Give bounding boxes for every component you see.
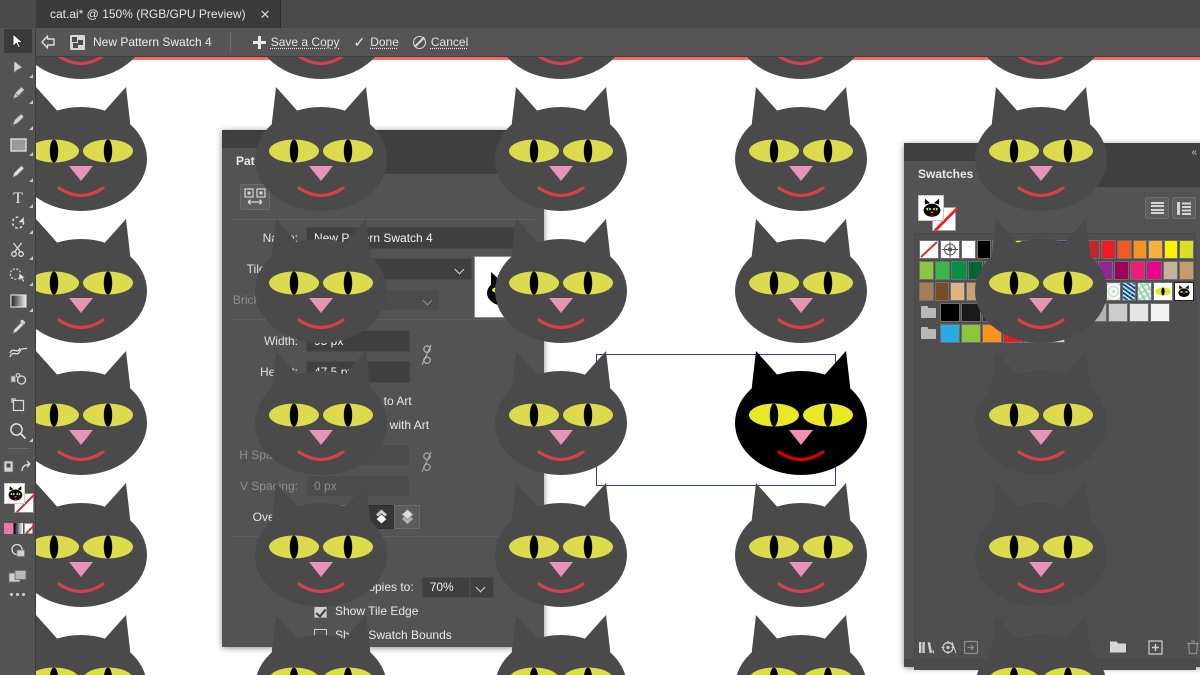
- illustrator-window: cat.ai* @ 150% (RGB/GPU Preview) ✕ New P…: [0, 0, 1200, 675]
- cat-artwork-copy: [36, 609, 166, 675]
- close-icon[interactable]: ✕: [260, 8, 271, 21]
- ban-icon: [412, 35, 426, 49]
- cat-artwork-copy: [236, 609, 406, 675]
- change-screen-mode-tool[interactable]: [0, 453, 36, 479]
- swatch-cell[interactable]: [1132, 240, 1148, 259]
- swatch-cell[interactable]: [1162, 261, 1178, 280]
- swatch-cell[interactable]: [1179, 240, 1194, 259]
- add-anchor-point-tool[interactable]: [0, 106, 36, 132]
- fill-and-stroke-control[interactable]: [0, 481, 36, 521]
- zoom-tool[interactable]: [0, 418, 36, 444]
- done-label: Done: [370, 35, 399, 49]
- edit-toolbar-icon[interactable]: [0, 589, 35, 596]
- swatch-cell[interactable]: [1178, 261, 1194, 280]
- artboard-tool[interactable]: [0, 392, 36, 418]
- cat-artwork-original[interactable]: [716, 345, 886, 500]
- swatch-view-buttons: [1145, 197, 1196, 219]
- dim-copies-input[interactable]: 70%: [421, 576, 470, 598]
- swatch-cell[interactable]: [1173, 282, 1194, 301]
- scissors-tool[interactable]: [0, 236, 36, 262]
- swatch-cell[interactable]: [919, 282, 934, 301]
- swatch-cell[interactable]: [1129, 303, 1149, 322]
- swatch-cell[interactable]: [1150, 303, 1170, 322]
- pattern-name-label: New Pattern Swatch 4: [93, 35, 212, 49]
- swatch-cell[interactable]: [1130, 261, 1146, 280]
- checkmark-icon: ✓: [353, 34, 366, 50]
- pattern-edit-control-bar: New Pattern Swatch 4 Save a Copy ✓ Done …: [0, 28, 1200, 57]
- color-swatch-button[interactable]: [4, 523, 13, 534]
- chevron-down-icon: [424, 297, 432, 305]
- document-tab-bar: cat.ai* @ 150% (RGB/GPU Preview) ✕: [0, 0, 1200, 28]
- screen-mode-tool[interactable]: [0, 563, 36, 589]
- document-tab[interactable]: cat.ai* @ 150% (RGB/GPU Preview) ✕: [36, 0, 282, 28]
- fill-and-stroke-control[interactable]: [916, 195, 960, 231]
- eyedropper-tool[interactable]: [0, 314, 36, 340]
- cat-artwork-copy: [1196, 609, 1200, 675]
- pattern-swatch-icon: [70, 34, 85, 50]
- color-mode-strip: [0, 521, 36, 537]
- swatch-color-group-folder[interactable]: [919, 324, 939, 343]
- fill-swatch-cat-pattern[interactable]: [918, 195, 944, 221]
- save-a-copy-button[interactable]: Save a Copy: [252, 35, 340, 49]
- swatch-cell[interactable]: [1148, 240, 1163, 259]
- list-view-icon[interactable]: [1145, 197, 1169, 219]
- save-a-copy-label: Save a Copy: [270, 35, 340, 49]
- swatch-cell[interactable]: [935, 261, 951, 280]
- pattern-actions: Save a Copy ✓ Done Cancel: [252, 35, 469, 49]
- new-swatch-icon[interactable]: [1144, 637, 1166, 657]
- done-button[interactable]: ✓ Done: [353, 35, 398, 49]
- document-tab-title: cat.ai* @ 150% (RGB/GPU Preview): [50, 7, 246, 21]
- artboard-canvas[interactable]: [36, 57, 1200, 675]
- type-tool[interactable]: T: [0, 184, 36, 210]
- symbol-sprayer-tool[interactable]: [0, 366, 36, 392]
- swatch-cell[interactable]: [919, 240, 939, 259]
- pencil-tool[interactable]: [0, 158, 36, 184]
- toolbar-divider: [6, 448, 29, 449]
- swatch-color-group-folder[interactable]: [919, 303, 939, 322]
- cancel-button[interactable]: Cancel: [412, 35, 469, 49]
- pen-tool[interactable]: [0, 80, 36, 106]
- tools-panel: T: [0, 28, 36, 675]
- swatch-cell[interactable]: [1163, 240, 1179, 259]
- swatch-cell[interactable]: [934, 282, 950, 301]
- direct-selection-tool[interactable]: [0, 54, 36, 80]
- shape-builder-tool[interactable]: [0, 262, 36, 288]
- exit-pattern-mode-arrow-icon[interactable]: [40, 34, 58, 50]
- cat-artwork-copy: [716, 609, 886, 675]
- rotate-tool[interactable]: [0, 210, 36, 236]
- gradient-swatch-button[interactable]: [14, 523, 23, 534]
- plus-icon: [252, 35, 266, 49]
- cat-artwork-copy: [956, 609, 1126, 675]
- selection-tool[interactable]: [0, 28, 36, 54]
- none-swatch-button[interactable]: [24, 523, 33, 534]
- swatch-libraries-icon[interactable]: [915, 637, 937, 657]
- rectangle-tool[interactable]: [0, 132, 36, 158]
- swatch-cell[interactable]: [1146, 261, 1162, 280]
- link-dimensions-icon[interactable]: [420, 343, 432, 366]
- normal-screen-mode-tool[interactable]: [0, 537, 36, 563]
- link-spacing-icon: [420, 450, 432, 473]
- blend-tool[interactable]: [0, 340, 36, 366]
- cancel-label: Cancel: [430, 35, 469, 49]
- gradient-tool[interactable]: [0, 288, 36, 314]
- thumbnail-view-icon[interactable]: [1172, 197, 1196, 219]
- chevron-down-icon: [456, 266, 464, 274]
- swatch-cell[interactable]: [1137, 282, 1152, 301]
- swatch-cell[interactable]: [919, 261, 935, 280]
- cat-artwork-copy: [476, 609, 646, 675]
- toolbar-divider: [229, 32, 231, 52]
- swatch-cell[interactable]: [1152, 282, 1173, 301]
- svg-text:T: T: [13, 190, 23, 205]
- fill-swatch-cat-pattern[interactable]: [4, 483, 25, 504]
